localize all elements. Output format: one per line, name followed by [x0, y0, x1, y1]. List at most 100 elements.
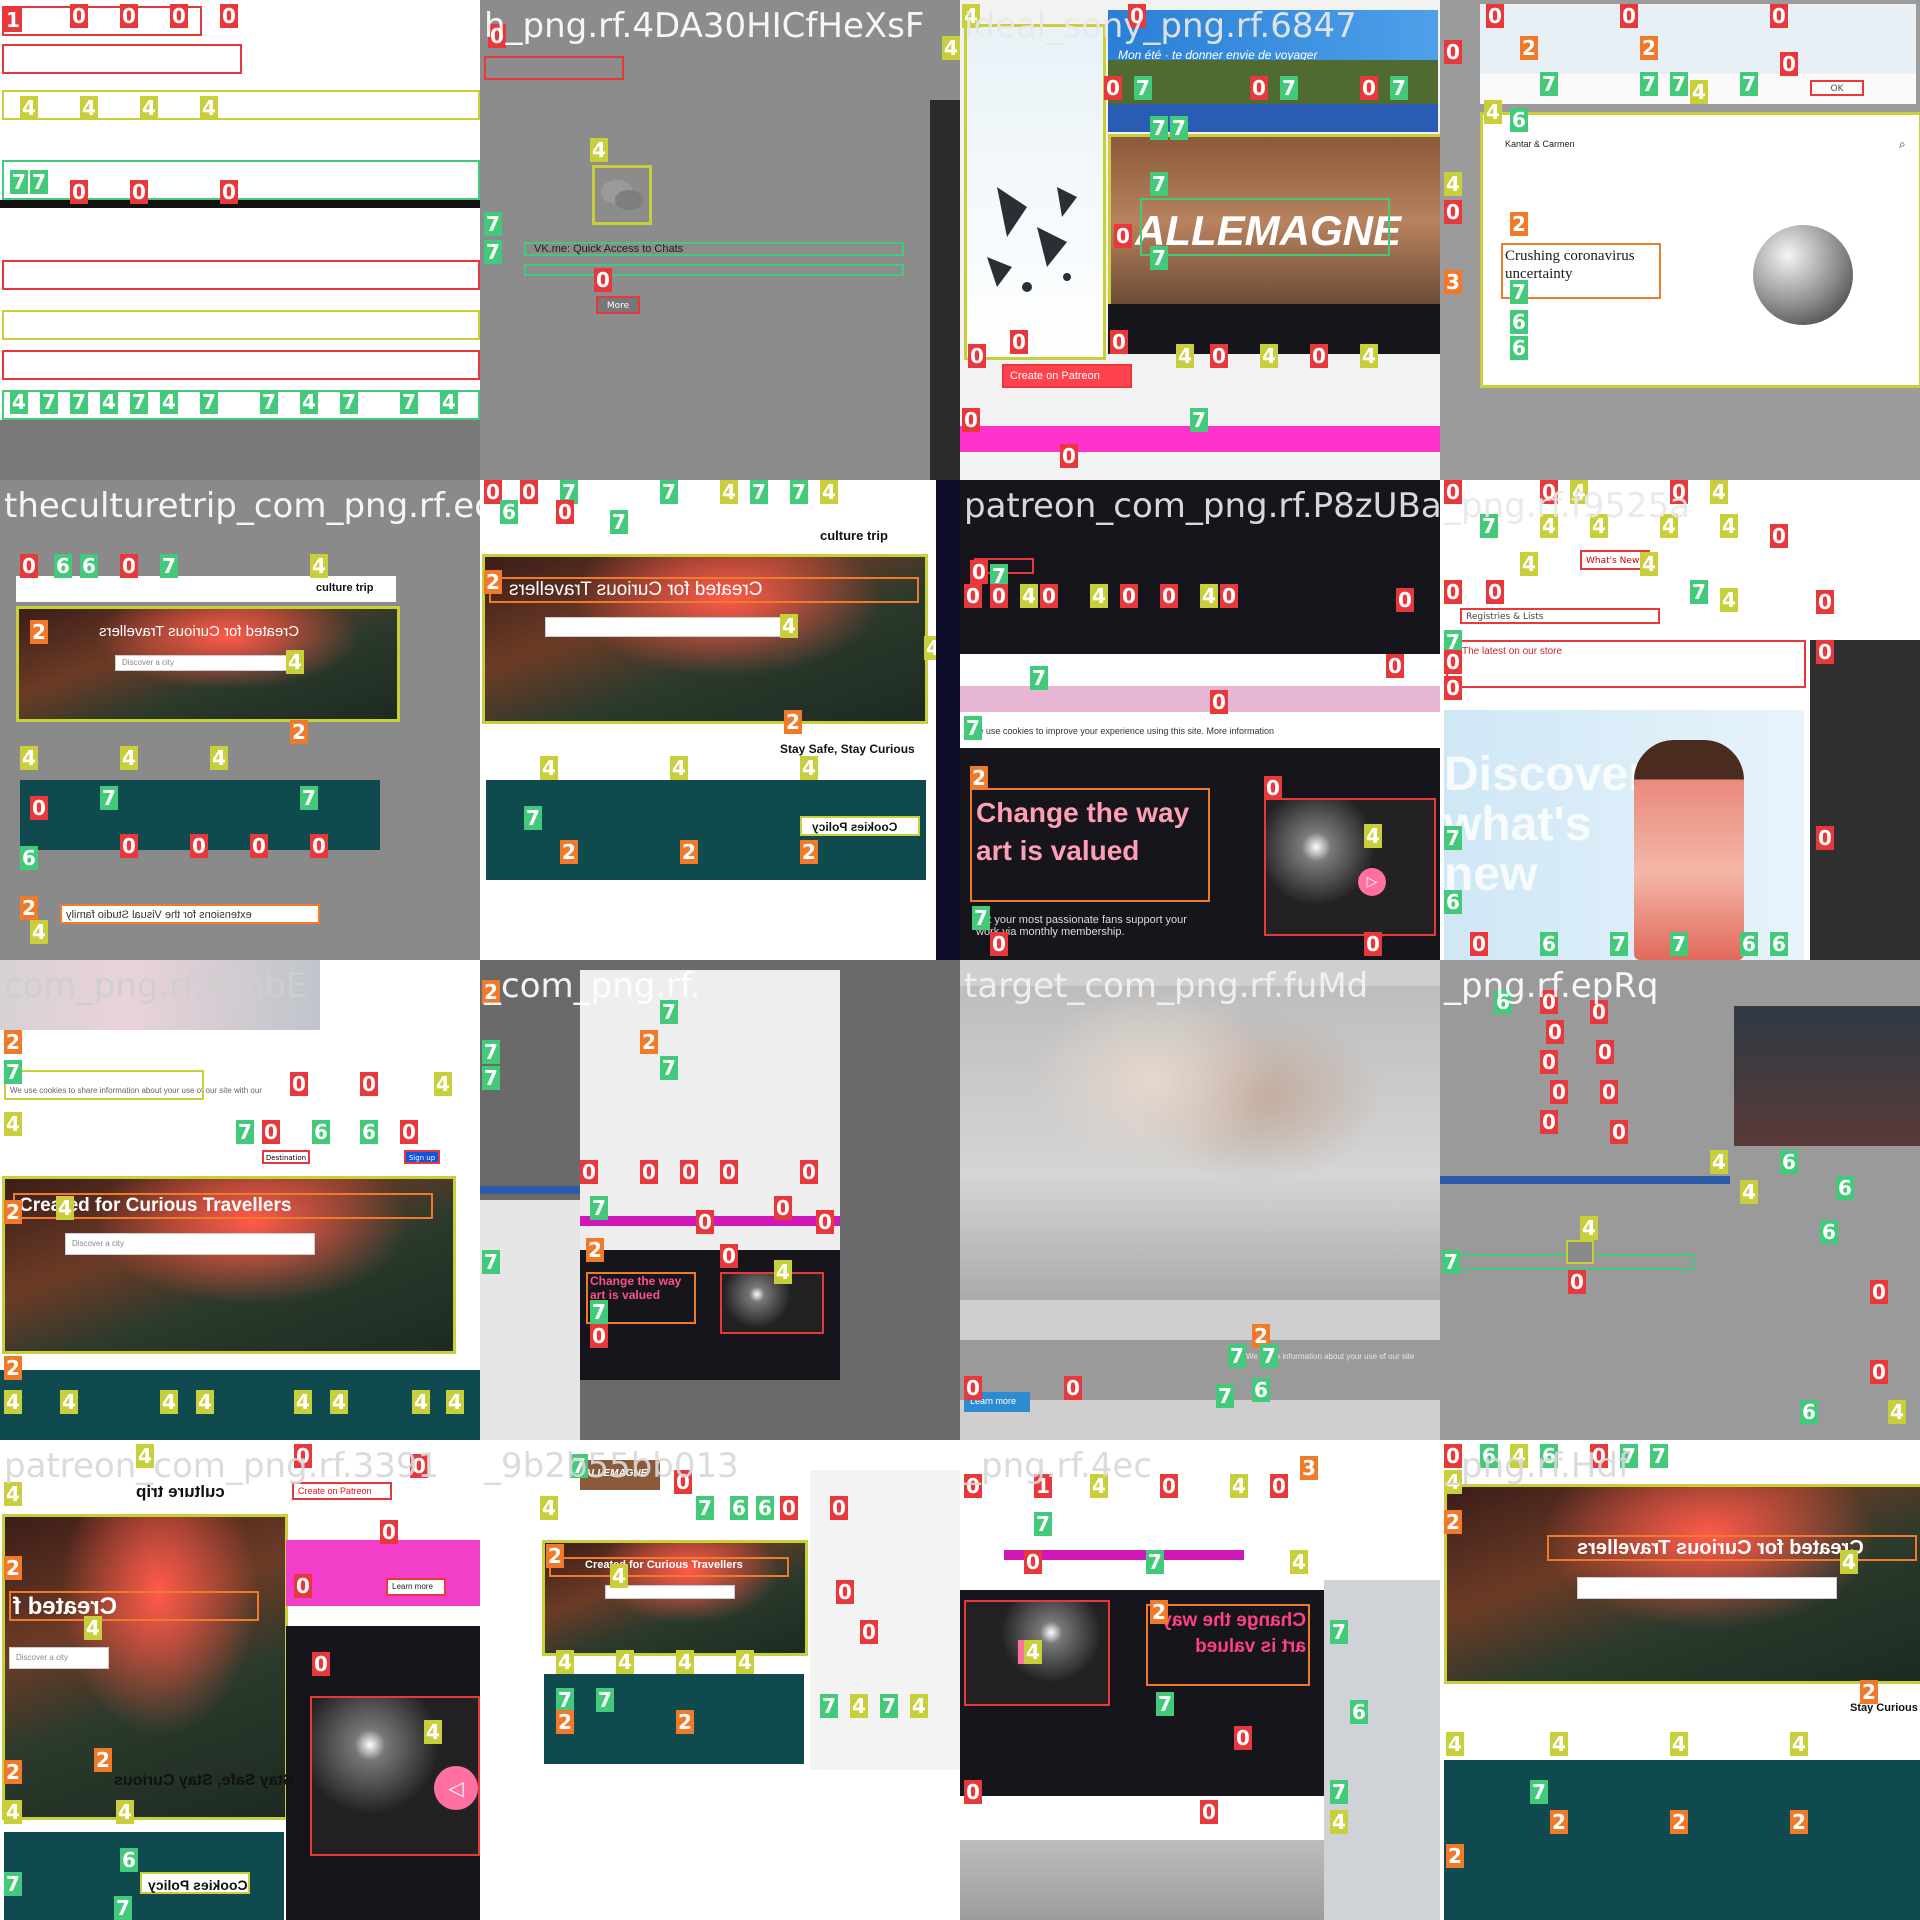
extension-text: extensions for the Visual Studio family — [66, 909, 252, 921]
brand-logo: culture trip — [136, 1482, 225, 1501]
annotation-label: 2 — [4, 1030, 22, 1054]
annotation-label: 7 — [1280, 76, 1298, 100]
annotation-label: 4 — [424, 1720, 442, 1744]
annotation-label: 7 — [1390, 76, 1408, 100]
annotation-label: 0 — [1200, 1800, 1218, 1824]
mosaic-tile-3: ideal_sony_png.rf.6847 Mon été · te donn… — [960, 0, 1440, 480]
create-on-patreon-button[interactable]: Create on Patreon — [1002, 364, 1132, 388]
annotation-label: 0 — [830, 1496, 848, 1520]
play-icon[interactable]: ◁ — [434, 1766, 478, 1810]
label-box — [4, 1070, 204, 1100]
city-search-input[interactable]: Discover a city — [115, 655, 295, 671]
annotation-label: 0 — [1444, 480, 1462, 504]
tile-caption: theculturetrip_com_png.rf.ec — [4, 486, 480, 526]
annotation-label: 4 — [590, 138, 608, 162]
brand-header: culture trip — [480, 520, 960, 550]
annotation-label: 0 — [1540, 1110, 1558, 1134]
annotation-label: 0 — [294, 1574, 312, 1598]
annotation-label: 4 — [80, 96, 98, 120]
annotation-label: 2 — [970, 766, 988, 790]
mosaic-tile-7: patreon_com_png.rf.P8zUBa We use cookies… — [960, 480, 1440, 960]
annotation-label: 7 — [482, 1040, 500, 1064]
city-search-input[interactable]: Discover a city — [9, 1647, 109, 1669]
top-banner — [1480, 4, 1916, 74]
annotation-label: 4 — [910, 1694, 928, 1718]
mosaic-tile-15: _png.rf.4ec ◁ Change the way art is valu… — [960, 1440, 1440, 1920]
mosaic-tile-8: _png.rf.f9525a What's New Registries & L… — [1440, 480, 1920, 960]
annotation-label: 2 — [1446, 1844, 1464, 1868]
label-box: Cookies Policy — [140, 1872, 250, 1894]
city-search-input[interactable]: Discover a city — [65, 1233, 315, 1255]
annotation-label: 6 — [1740, 932, 1758, 956]
annotation-label: 7 — [1620, 1444, 1638, 1468]
annotation-label: 6 — [312, 1120, 330, 1144]
annotation-label: 0 — [816, 1210, 834, 1234]
annotation-label: 0 — [964, 584, 982, 608]
annotation-label: 7 — [820, 1694, 838, 1718]
sign-up-button[interactable]: Sign up — [404, 1150, 440, 1164]
create-button-label: Create on Patreon — [298, 1486, 372, 1496]
city-search-input[interactable] — [545, 617, 785, 637]
annotation-label: 0 — [120, 4, 138, 28]
thumb-title: ALLEMAGNE — [584, 1468, 648, 1479]
search-icon[interactable]: ⌕ — [1899, 137, 1906, 152]
annotation-label: 7 — [1670, 72, 1688, 96]
play-icon[interactable]: ▷ — [1358, 868, 1386, 896]
annotation-label: 4 — [1660, 514, 1678, 538]
hero-title: Change the way art is valued — [590, 1274, 682, 1302]
annotation-label: 0 — [720, 1244, 738, 1268]
annotation-label: 4 — [136, 1444, 154, 1468]
label-box — [484, 56, 624, 80]
mosaic-tile-16: _png.rf.Hdf Created for Curious Travelle… — [1440, 1440, 1920, 1920]
city-search-input[interactable] — [1577, 1577, 1837, 1599]
annotation-label: 7 — [610, 510, 628, 534]
annotation-label: 0 — [190, 834, 208, 858]
annotation-label: 0 — [310, 834, 328, 858]
annotation-label: 0 — [1234, 1726, 1252, 1750]
annotation-label: 7 — [1670, 932, 1688, 956]
mosaic-tile-6: culture trip Created for Curious Travell… — [480, 480, 960, 960]
annotation-label: 4 — [60, 1390, 78, 1414]
tile-caption: patreon_com_png.rf.3391 — [4, 1446, 440, 1486]
more-button[interactable]: More — [596, 296, 640, 314]
annotation-label: 4 — [1484, 100, 1502, 124]
annotation-label: 2 — [1860, 1680, 1878, 1704]
destination-button[interactable]: Destination — [262, 1150, 310, 1164]
annotation-label: 0 — [800, 1160, 818, 1184]
annotation-label: 0 — [720, 1160, 738, 1184]
annotation-label: 4 — [540, 1496, 558, 1520]
annotation-label: 0 — [20, 554, 38, 578]
annotation-label: 0 — [294, 1444, 312, 1468]
annotation-label: 7 — [1740, 72, 1758, 96]
annotation-label: 0 — [1780, 52, 1798, 76]
annotation-label: 4 — [1020, 584, 1038, 608]
annotation-label: 7 — [1330, 1620, 1348, 1644]
annotation-label: 4 — [440, 390, 458, 414]
ok-button[interactable]: OK — [1810, 80, 1864, 96]
annotation-label: 4 — [1710, 480, 1728, 504]
registries-label: Registries & Lists — [1466, 612, 1544, 622]
annotation-label: 7 — [160, 554, 178, 578]
annotation-label: 4 — [1540, 514, 1558, 538]
shattered-glass-panel — [964, 24, 1106, 360]
annotation-label: 7 — [1260, 1344, 1278, 1368]
annotation-label: 0 — [70, 180, 88, 204]
annotation-label: 4 — [962, 4, 980, 28]
annotation-label: 0 — [836, 1580, 854, 1604]
annotation-label: 0 — [120, 834, 138, 858]
annotation-label: 0 — [488, 24, 506, 48]
learn-more-link[interactable]: Learn more — [386, 1578, 446, 1596]
annotation-label: 0 — [1120, 584, 1138, 608]
registries-link[interactable]: Registries & Lists — [1460, 608, 1660, 624]
annotation-label: 7 — [482, 1066, 500, 1090]
annotation-label: 2 — [484, 570, 502, 594]
annotation-label: 1 — [1034, 1474, 1052, 1498]
annotation-label: 4 — [780, 614, 798, 638]
annotation-label: 0 — [1160, 1474, 1178, 1498]
annotation-label: 0 — [1620, 4, 1638, 28]
tile-heading: VK.me: Quick Access to Chats — [534, 243, 684, 255]
red-label-column: 0 0 0 0 0 0 0 0 0 — [1540, 990, 1630, 1160]
annotation-label: 7 — [236, 1120, 254, 1144]
create-on-patreon-button[interactable]: Create on Patreon — [292, 1482, 392, 1500]
article-heading: Crushing coronavirus uncertainty — [1505, 248, 1635, 282]
